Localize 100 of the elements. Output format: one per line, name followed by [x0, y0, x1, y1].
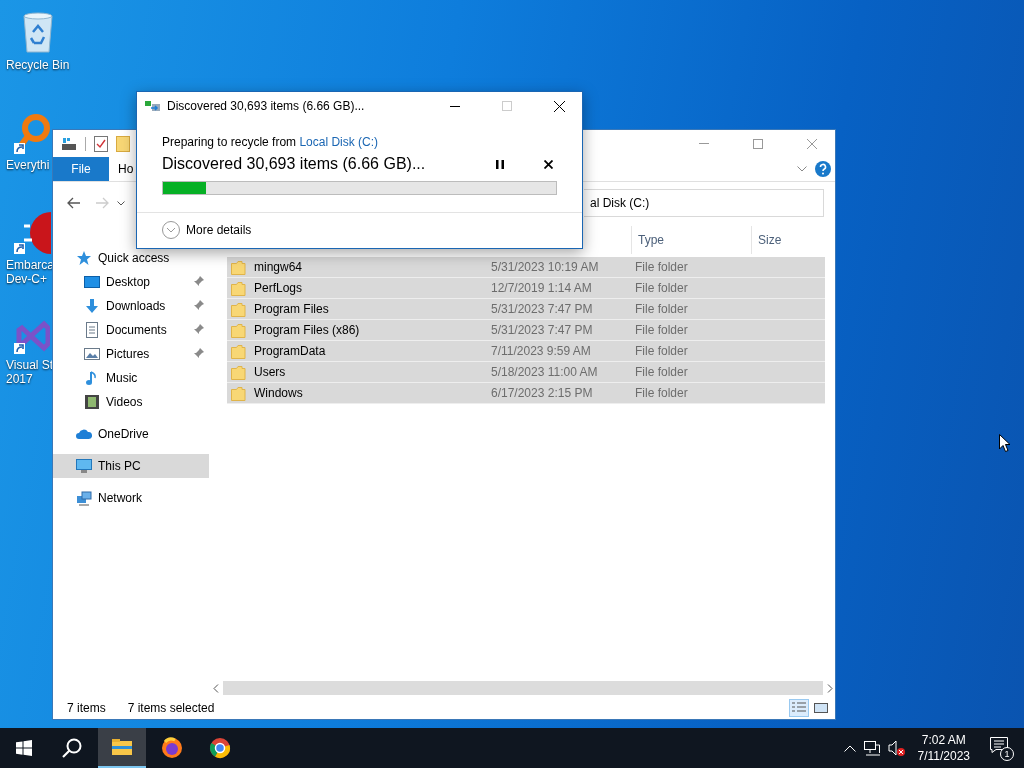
type-cell-text: File folder [634, 344, 689, 358]
divider-icon [85, 136, 86, 151]
sidebar-item[interactable]: OneDrive [53, 422, 213, 446]
download-icon [84, 298, 100, 314]
search-icon [62, 738, 82, 758]
horizontal-scrollbar[interactable] [223, 681, 823, 695]
folder-icon [231, 280, 246, 296]
folder-icon [231, 322, 246, 338]
date-cell-text: 7/11/2023 9:59 AM [491, 344, 592, 358]
ribbon-tab[interactable]: File [53, 157, 109, 181]
folder-icon [231, 385, 246, 401]
expand-icon [162, 221, 180, 240]
file-row[interactable]: Program Files (x86) 5/31/2023 7:47 PM File folder [227, 320, 825, 341]
folder-icon [231, 343, 246, 359]
status-text: 7 items selected [127, 700, 215, 715]
folder-icon [231, 364, 246, 380]
file-name: PerfLogs [254, 281, 303, 295]
network-icon[interactable] [863, 740, 880, 756]
notifications-button[interactable]: 1 [982, 735, 1016, 761]
file-name: Program Files [254, 302, 329, 316]
date-cell-text: 12/7/2019 1:14 AM [491, 281, 593, 295]
dialog-title: Discovered 30,693 items (6.66 GB)... [167, 99, 365, 113]
column-header[interactable]: Type [631, 226, 751, 254]
address-field[interactable]: al Disk (C:) [584, 189, 824, 217]
ribbon-tab[interactable]: Ho [118, 157, 134, 181]
maximize-icon [502, 101, 512, 111]
file-name: ProgramData [254, 344, 326, 358]
type-cell-text: File folder [634, 386, 689, 400]
file-row[interactable]: Program Files 5/31/2023 7:47 PM File folder [227, 299, 825, 320]
file-name: Program Files (x86) [254, 323, 360, 337]
sidebar-item[interactable]: Quick access [53, 246, 213, 270]
pause-icon [496, 159, 504, 169]
close-icon [544, 159, 553, 169]
chrome-logo-icon [209, 737, 231, 759]
computer-icon [76, 458, 92, 474]
type-cell-text: File folder [634, 365, 689, 379]
date-cell-text: 5/31/2023 10:19 AM [491, 260, 600, 274]
file-row[interactable]: ProgramData 7/11/2023 9:59 AM File folder [227, 341, 825, 362]
sidebar-item[interactable]: Videos [53, 390, 213, 414]
minimize-icon [450, 105, 460, 107]
video-icon [84, 394, 100, 410]
file-row[interactable]: mingw64 5/31/2023 10:19 AM File folder [227, 257, 825, 278]
type-cell-text: File folder [634, 281, 689, 295]
icon-label: Dev-C+ [6, 272, 48, 286]
chevron-down-icon[interactable] [797, 166, 807, 172]
status-text: 7 items [67, 700, 106, 715]
icon-label: Everythi [6, 158, 50, 172]
type-cell-text: File folder [634, 323, 689, 337]
date-cell-text: 5/31/2023 7:47 PM [491, 302, 594, 316]
arrow-right-icon [95, 197, 109, 209]
network-icon [76, 490, 92, 506]
sidebar-item[interactable]: Pictures [53, 342, 213, 366]
icon-label: 2017 [6, 372, 34, 386]
status-line: Preparing to recycle from Local Disk (C:) [162, 134, 380, 150]
sidebar-item[interactable]: Desktop [53, 270, 213, 294]
clock[interactable]: 7:02 AM 7/11/2023 [913, 732, 974, 764]
sidebar-item[interactable]: Downloads [53, 294, 213, 318]
details-view-icon [791, 700, 807, 715]
folder-icon [111, 736, 133, 758]
windows-logo-icon [16, 740, 32, 756]
file-name: Windows [254, 386, 303, 400]
type-cell-text: File folder [634, 302, 689, 316]
column-header[interactable]: Size [751, 226, 825, 254]
pause-button[interactable] [494, 157, 506, 171]
mouse-pointer-icon [999, 434, 1011, 453]
arrow-left-icon [67, 197, 81, 209]
sidebar-item[interactable]: Network [53, 486, 213, 510]
type-cell-text: File folder [634, 260, 689, 274]
transfer-icon [145, 100, 161, 112]
chevron-up-icon[interactable] [843, 744, 856, 752]
sidebar-item[interactable]: Music [53, 366, 213, 390]
icon-label: Recycle Bin [6, 58, 70, 72]
file-name: mingw64 [254, 260, 303, 274]
close-icon [807, 138, 817, 149]
maximize-icon [753, 138, 763, 149]
star-icon [76, 250, 92, 266]
desktop-icon [84, 274, 100, 290]
folder-icon [231, 301, 246, 317]
sidebar-item[interactable]: This PC [53, 454, 209, 478]
file-row[interactable]: Windows 6/17/2023 2:15 PM File folder [227, 383, 825, 404]
firefox-logo-icon [161, 737, 183, 759]
file-name: Users [254, 365, 286, 379]
chevron-down-icon [117, 200, 125, 206]
file-row[interactable]: PerfLogs 12/7/2019 1:14 AM File folder [227, 278, 825, 299]
file-row[interactable]: Users 5/18/2023 11:00 AM File folder [227, 362, 825, 383]
muted-speaker-icon[interactable] [887, 740, 906, 756]
source-link[interactable]: Local Disk (C:) [299, 135, 379, 149]
more-details-button[interactable]: More details [137, 212, 258, 248]
large-icons-view-icon [813, 700, 829, 715]
message-icon [990, 737, 1008, 753]
sidebar-item[interactable]: Documents [53, 318, 213, 342]
taskbar-app[interactable] [98, 728, 146, 768]
notification-badge: 1 [1000, 747, 1014, 761]
cancel-button[interactable] [542, 157, 555, 171]
folder-icon [231, 259, 246, 275]
help-icon[interactable] [815, 161, 831, 177]
drive-icon [61, 136, 77, 151]
close-icon [553, 100, 565, 112]
date-cell-text: 5/31/2023 7:47 PM [491, 323, 594, 337]
checklist-icon[interactable] [94, 135, 108, 152]
